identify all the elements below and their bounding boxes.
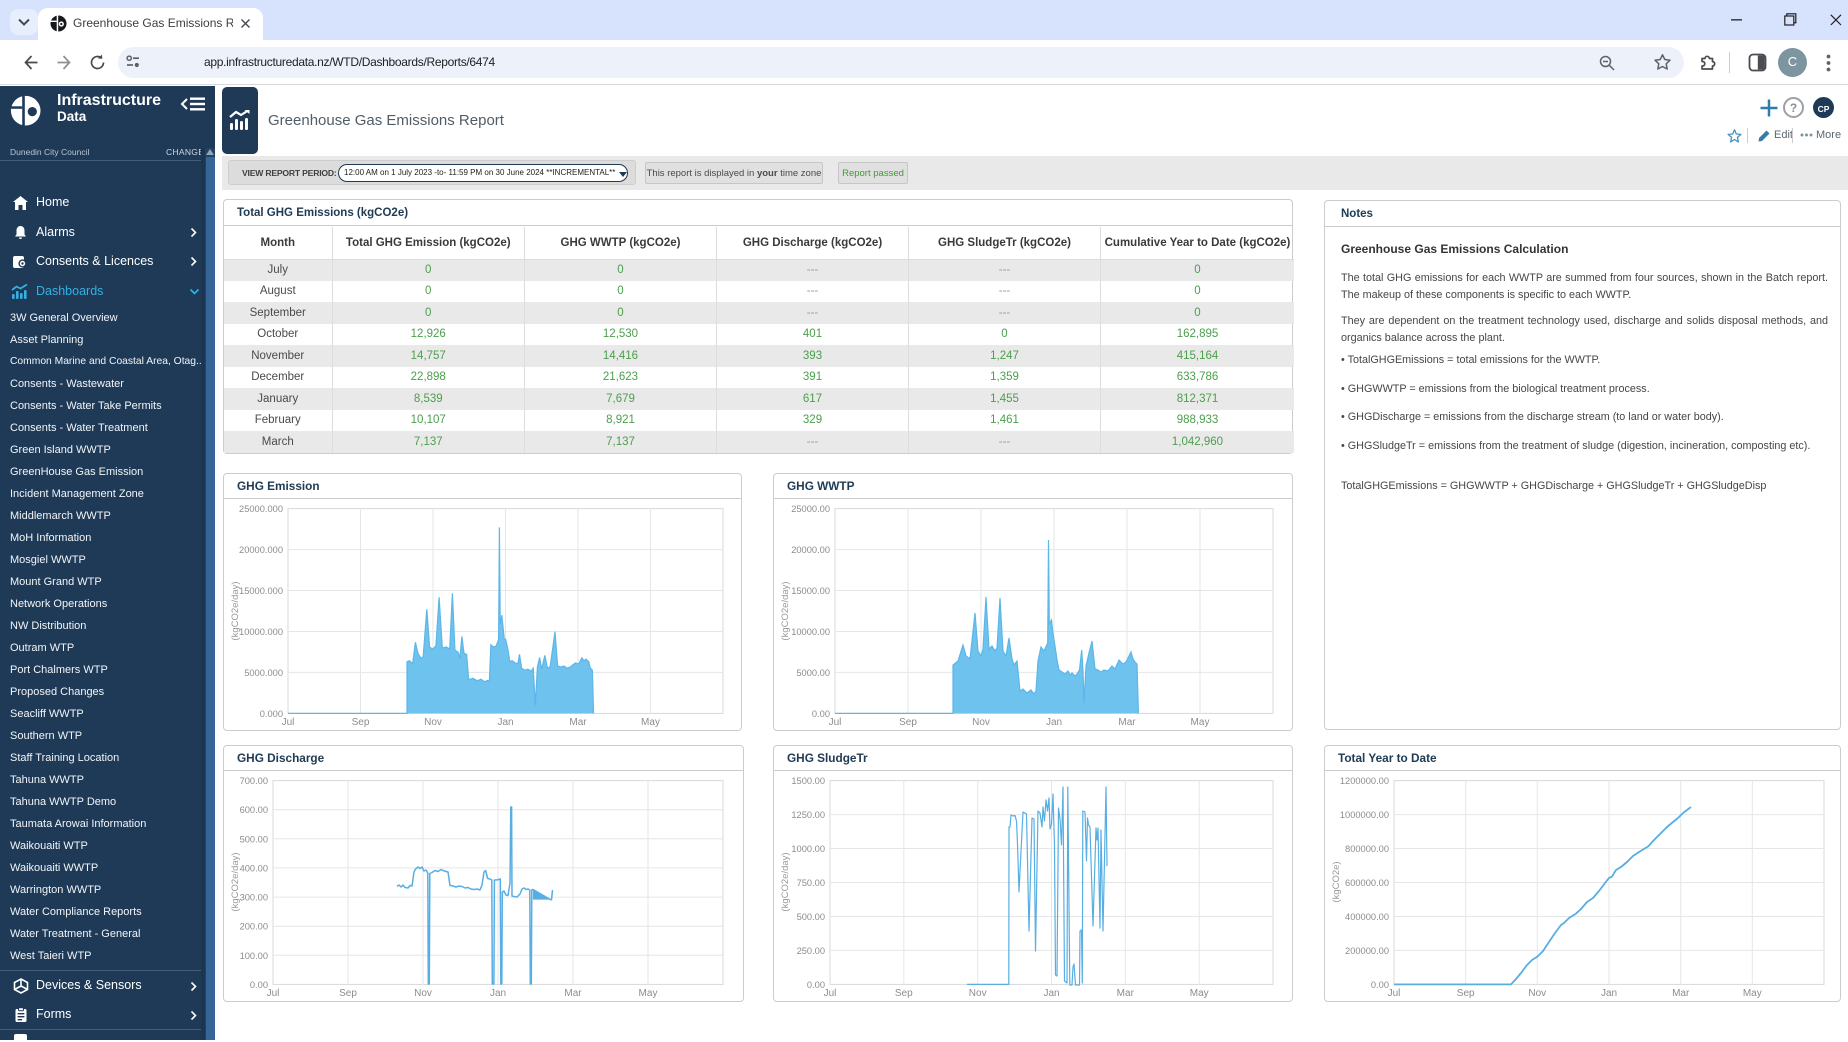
svg-text:250.00: 250.00: [797, 946, 825, 956]
svg-text:(kgCO2e/day): (kgCO2e/day): [230, 852, 241, 911]
svg-text:Jul: Jul: [282, 717, 295, 728]
svg-text:600000.00: 600000.00: [1345, 878, 1389, 888]
svg-text:5000.000: 5000.000: [244, 668, 283, 678]
svg-text:Nov: Nov: [424, 717, 442, 728]
svg-text:May: May: [1743, 988, 1762, 999]
svg-text:(kgCO2e/day): (kgCO2e/day): [780, 581, 791, 640]
svg-text:Jan: Jan: [1601, 988, 1617, 999]
svg-text:400000.00: 400000.00: [1345, 912, 1389, 922]
svg-text:Jul: Jul: [824, 988, 837, 999]
svg-text:Mar: Mar: [569, 717, 587, 728]
svg-text:Sep: Sep: [1457, 988, 1475, 999]
svg-text:5000.00: 5000.00: [796, 668, 830, 678]
svg-text:Mar: Mar: [1672, 988, 1690, 999]
svg-text:(kgCO2e/day): (kgCO2e/day): [780, 852, 791, 911]
svg-text:May: May: [639, 988, 658, 999]
svg-text:300.00: 300.00: [240, 893, 268, 903]
svg-text:0.00: 0.00: [807, 980, 825, 990]
svg-text:(kgCO2e/day): (kgCO2e/day): [230, 581, 241, 640]
svg-text:500.00: 500.00: [797, 912, 825, 922]
svg-text:Jan: Jan: [490, 988, 506, 999]
svg-text:10000.00: 10000.00: [791, 627, 830, 637]
svg-text:Sep: Sep: [895, 988, 913, 999]
svg-text:Jan: Jan: [497, 717, 513, 728]
svg-text:Jul: Jul: [1388, 988, 1401, 999]
svg-text:Sep: Sep: [339, 988, 357, 999]
svg-text:May: May: [641, 717, 660, 728]
svg-text:Mar: Mar: [564, 988, 582, 999]
svg-text:20000.00: 20000.00: [791, 545, 830, 555]
svg-text:750.00: 750.00: [797, 878, 825, 888]
svg-text:100.00: 100.00: [240, 951, 268, 961]
svg-text:1250.00: 1250.00: [791, 810, 825, 820]
svg-text:200000.00: 200000.00: [1345, 946, 1389, 956]
svg-text:400.00: 400.00: [240, 863, 268, 873]
svg-text:Mar: Mar: [1118, 717, 1136, 728]
svg-text:1000.00: 1000.00: [791, 844, 825, 854]
svg-text:Mar: Mar: [1117, 988, 1135, 999]
svg-text:Jul: Jul: [267, 988, 280, 999]
svg-text:1500.00: 1500.00: [791, 776, 825, 786]
svg-text:10000.000: 10000.000: [239, 627, 283, 637]
svg-text:Jan: Jan: [1043, 988, 1059, 999]
svg-text:200.00: 200.00: [240, 922, 268, 932]
svg-text:15000.00: 15000.00: [791, 586, 830, 596]
svg-text:500.00: 500.00: [240, 834, 268, 844]
svg-text:25000.000: 25000.000: [239, 504, 283, 514]
svg-text:May: May: [1191, 717, 1210, 728]
svg-text:Sep: Sep: [899, 717, 917, 728]
svg-text:Nov: Nov: [414, 988, 432, 999]
svg-text:0.00: 0.00: [1371, 980, 1389, 990]
svg-text:1200000.00: 1200000.00: [1340, 776, 1389, 786]
svg-text:700.00: 700.00: [240, 776, 268, 786]
svg-text:0.00: 0.00: [812, 709, 830, 719]
svg-text:Nov: Nov: [972, 717, 990, 728]
svg-text:15000.000: 15000.000: [239, 586, 283, 596]
svg-text:0.000: 0.000: [260, 709, 283, 719]
svg-text:Jul: Jul: [829, 717, 842, 728]
svg-text:Nov: Nov: [969, 988, 987, 999]
svg-text:25000.00: 25000.00: [791, 504, 830, 514]
svg-text:20000.000: 20000.000: [239, 545, 283, 555]
svg-text:Sep: Sep: [352, 717, 370, 728]
svg-text:600.00: 600.00: [240, 805, 268, 815]
svg-text:May: May: [1190, 988, 1209, 999]
svg-text:Nov: Nov: [1528, 988, 1546, 999]
svg-text:0.00: 0.00: [250, 980, 268, 990]
svg-text:Jan: Jan: [1046, 717, 1062, 728]
svg-text:800000.00: 800000.00: [1345, 844, 1389, 854]
svg-text:1000000.00: 1000000.00: [1340, 810, 1389, 820]
svg-text:(kgCO2e): (kgCO2e): [1331, 861, 1342, 902]
